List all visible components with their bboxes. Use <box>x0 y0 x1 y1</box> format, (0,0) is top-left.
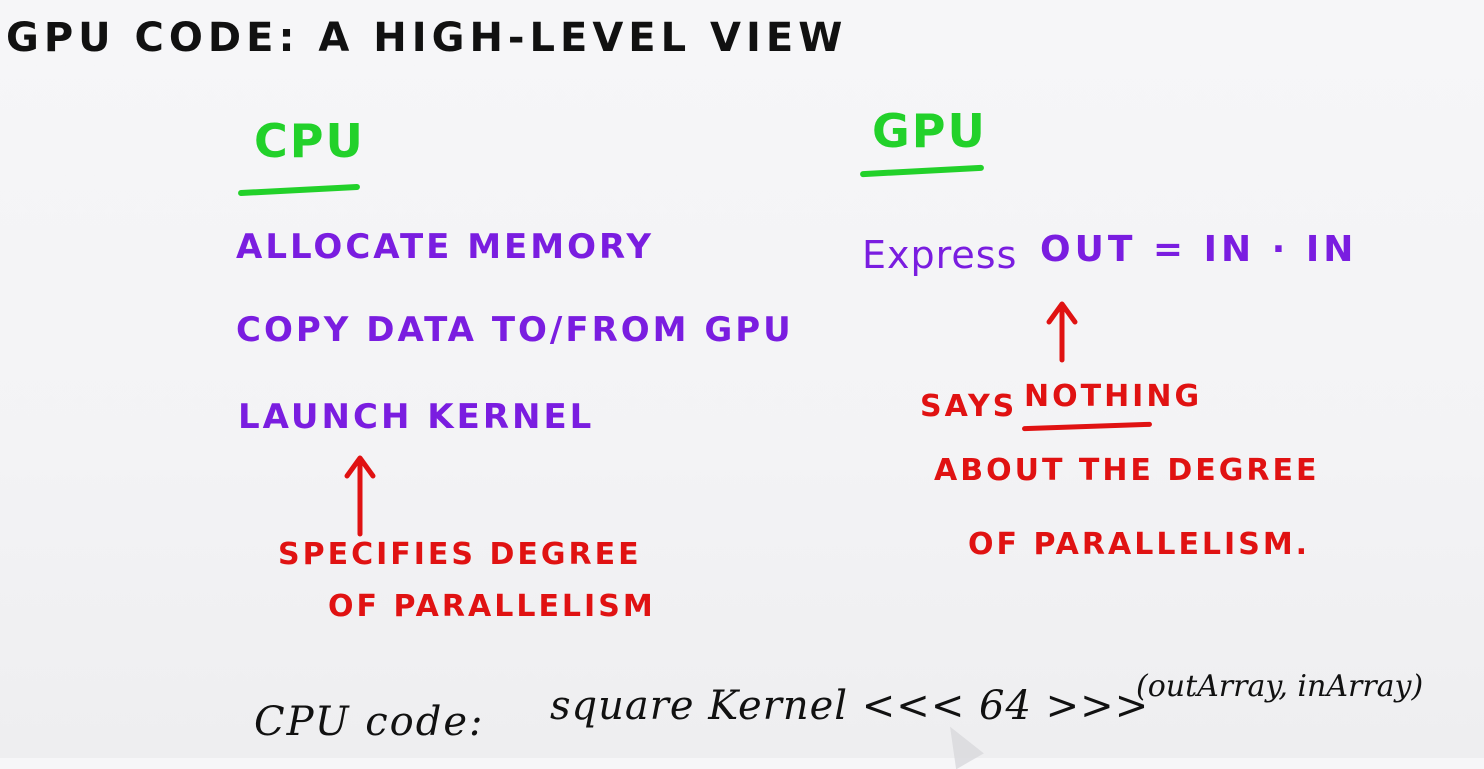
kernel-launch-call: square Kernel <<< 64 >>> <box>550 683 1150 729</box>
gpu-note-line-2: OF PARALLELISM. <box>968 527 1311 562</box>
cpu-step-copy: COPY DATA TO/FROM GPU <box>236 310 794 350</box>
cpu-step-launch: LAUNCH KERNEL <box>238 397 595 437</box>
gpu-note-line-1: ABOUT THE DEGREE <box>934 453 1320 488</box>
code-label: CPU code: <box>254 699 485 745</box>
kernel-launch-args: (outArray, inArray) <box>1136 669 1424 704</box>
cpu-up-arrow-icon <box>344 455 376 537</box>
slide-title: GPU CODE: A HIGH-LEVEL VIEW <box>6 15 848 61</box>
cpu-heading-underline <box>237 183 361 197</box>
gpu-heading: GPU <box>872 104 987 158</box>
nothing-underline <box>1021 421 1153 432</box>
cpu-heading: CPU <box>254 114 365 168</box>
gpu-note-emphasis: NOTHING <box>1024 379 1203 414</box>
gpu-equation: OUT = IN · IN <box>1040 229 1358 270</box>
gpu-heading-underline <box>859 164 985 178</box>
whiteboard: GPU CODE: A HIGH-LEVEL VIEW CPU ALLOCATE… <box>0 0 1484 769</box>
cpu-step-allocate: ALLOCATE MEMORY <box>236 227 654 267</box>
gpu-up-arrow-icon <box>1046 301 1078 363</box>
gpu-express-label: Express <box>862 233 1018 277</box>
cpu-note-line-2: OF PARALLELISM <box>328 589 656 624</box>
gpu-note-prefix: SAYS <box>920 389 1018 424</box>
cpu-note-line-1: SPECIFIES DEGREE <box>278 537 642 572</box>
